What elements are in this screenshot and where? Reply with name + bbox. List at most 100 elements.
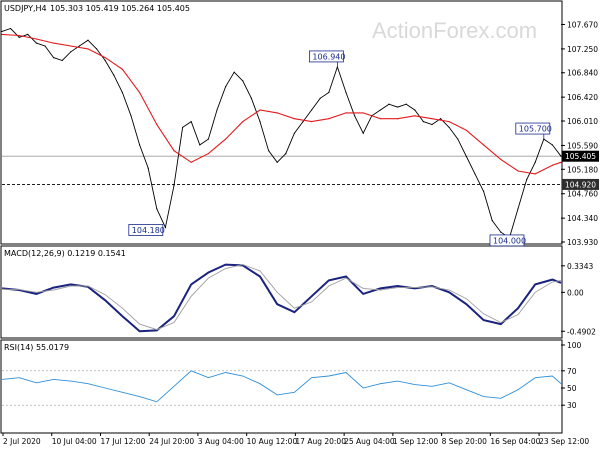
rsi-group: 100 70 50 30 [1, 341, 582, 410]
series-point [225, 86, 227, 88]
series-point [35, 42, 38, 44]
annotation-label: 105.700 [519, 125, 552, 134]
series-point [465, 129, 467, 131]
annotation-label: 104.180 [132, 226, 165, 235]
series-point [354, 115, 356, 117]
price-header-values: 105.303 105.419 105.264 105.405 [50, 4, 190, 13]
price-y-tick-label: 106.420 [567, 93, 598, 102]
series-point [362, 112, 364, 114]
rsi-panel-frame [0, 339, 563, 434]
price-y-tick-label: 104.760 [567, 190, 598, 199]
series-point [311, 109, 313, 111]
series-point [87, 39, 89, 41]
series-point [53, 42, 55, 44]
series-point [328, 91, 330, 94]
chart-canvas: ActionForex.com USDJPY,H4 105.303 105.41… [0, 0, 599, 446]
series-point [190, 121, 192, 123]
series-point [61, 59, 63, 62]
series-point [457, 138, 459, 140]
series-point [319, 97, 321, 99]
level-badge: 104.920 [565, 180, 596, 189]
macd-y-tick-label: 0.00 [567, 288, 584, 297]
macd-panel-frame [0, 245, 563, 339]
x-tick-label: 3 Aug 04:00 [198, 437, 244, 446]
series-point [27, 33, 29, 35]
macd-title: MACD(12,26,9) 0.1219 0.1541 [4, 249, 126, 258]
series-point [379, 118, 381, 120]
rsi-y-tick-label: 100 [567, 341, 582, 350]
price-y-tick-label: 105.590 [567, 141, 598, 150]
x-tick-label: 17 Aug 20:00 [295, 437, 346, 446]
price-title: USDJPY,H4 [4, 4, 47, 13]
series-point [474, 173, 476, 175]
series-point [104, 57, 106, 59]
x-tick-label: 10 Aug 12:00 [247, 437, 298, 446]
series-point [44, 45, 46, 47]
x-tick-label: 8 Sep 20:00 [442, 437, 488, 446]
series-point [250, 97, 252, 99]
series-point [259, 121, 261, 123]
series-point [1, 30, 3, 33]
series-point [96, 48, 98, 50]
rsi-y-tick-label: 30 [567, 401, 577, 410]
series-point [147, 167, 149, 169]
series-point [534, 173, 536, 175]
price-y-tick-label: 106.010 [567, 117, 598, 126]
x-tick-label: 10 Jul 04:00 [52, 437, 97, 446]
series-point [560, 155, 562, 157]
x-axis: 2 Jul 2020 10 Jul 04:00 17 Jul 12:00 24 Jul… [2, 433, 589, 446]
series-point [311, 121, 313, 123]
series-point [397, 118, 399, 120]
series-point [10, 27, 12, 30]
series-point [173, 150, 175, 152]
rsi-y-tick-label: 50 [567, 384, 577, 393]
series-point [500, 158, 502, 161]
series-point [345, 112, 347, 114]
series-point [70, 51, 72, 53]
series-point [164, 226, 166, 229]
macd-y-tick-label: 0.3343 [567, 262, 593, 271]
series-point [328, 118, 330, 120]
series-point [422, 121, 424, 123]
moving-average-line [1, 33, 562, 175]
series-point [302, 121, 304, 123]
series-point [242, 121, 244, 123]
series-point [139, 144, 141, 146]
series-point [121, 68, 123, 70]
series-point [517, 208, 519, 210]
series-point [491, 219, 493, 222]
series-point [276, 112, 278, 114]
series-point [517, 170, 519, 172]
series-point [483, 190, 485, 192]
price-y-tick-label: 105.180 [567, 165, 598, 174]
series-point [87, 48, 89, 50]
x-tick-label: 16 Sep 04:00 [490, 437, 540, 446]
x-tick-label: 25 Aug 04:00 [344, 437, 395, 446]
rsi-title: RSI(14) 55.0179 [4, 343, 69, 352]
series-point [362, 132, 364, 134]
series-point [276, 161, 278, 163]
series-point [293, 132, 295, 134]
x-tick-label: 24 Jul 20:00 [149, 437, 194, 446]
series-point [448, 121, 450, 123]
series-point [18, 36, 20, 38]
series-point [139, 91, 141, 94]
watermark: ActionForex.com [372, 18, 537, 43]
reference-lines [2, 155, 561, 185]
series-point [551, 144, 554, 146]
series-point [268, 150, 270, 152]
rsi-line [1, 370, 562, 403]
series-point [70, 45, 72, 47]
series-point [560, 161, 562, 163]
series-point [104, 59, 106, 62]
series-point [431, 118, 433, 120]
series-point [1, 33, 3, 35]
series-point [233, 71, 235, 73]
series-point [414, 115, 416, 117]
series-point [526, 179, 528, 181]
series-point [113, 74, 115, 76]
series-point [259, 109, 261, 111]
series-point [199, 144, 201, 146]
series-point [500, 231, 502, 233]
series-point [440, 118, 442, 120]
